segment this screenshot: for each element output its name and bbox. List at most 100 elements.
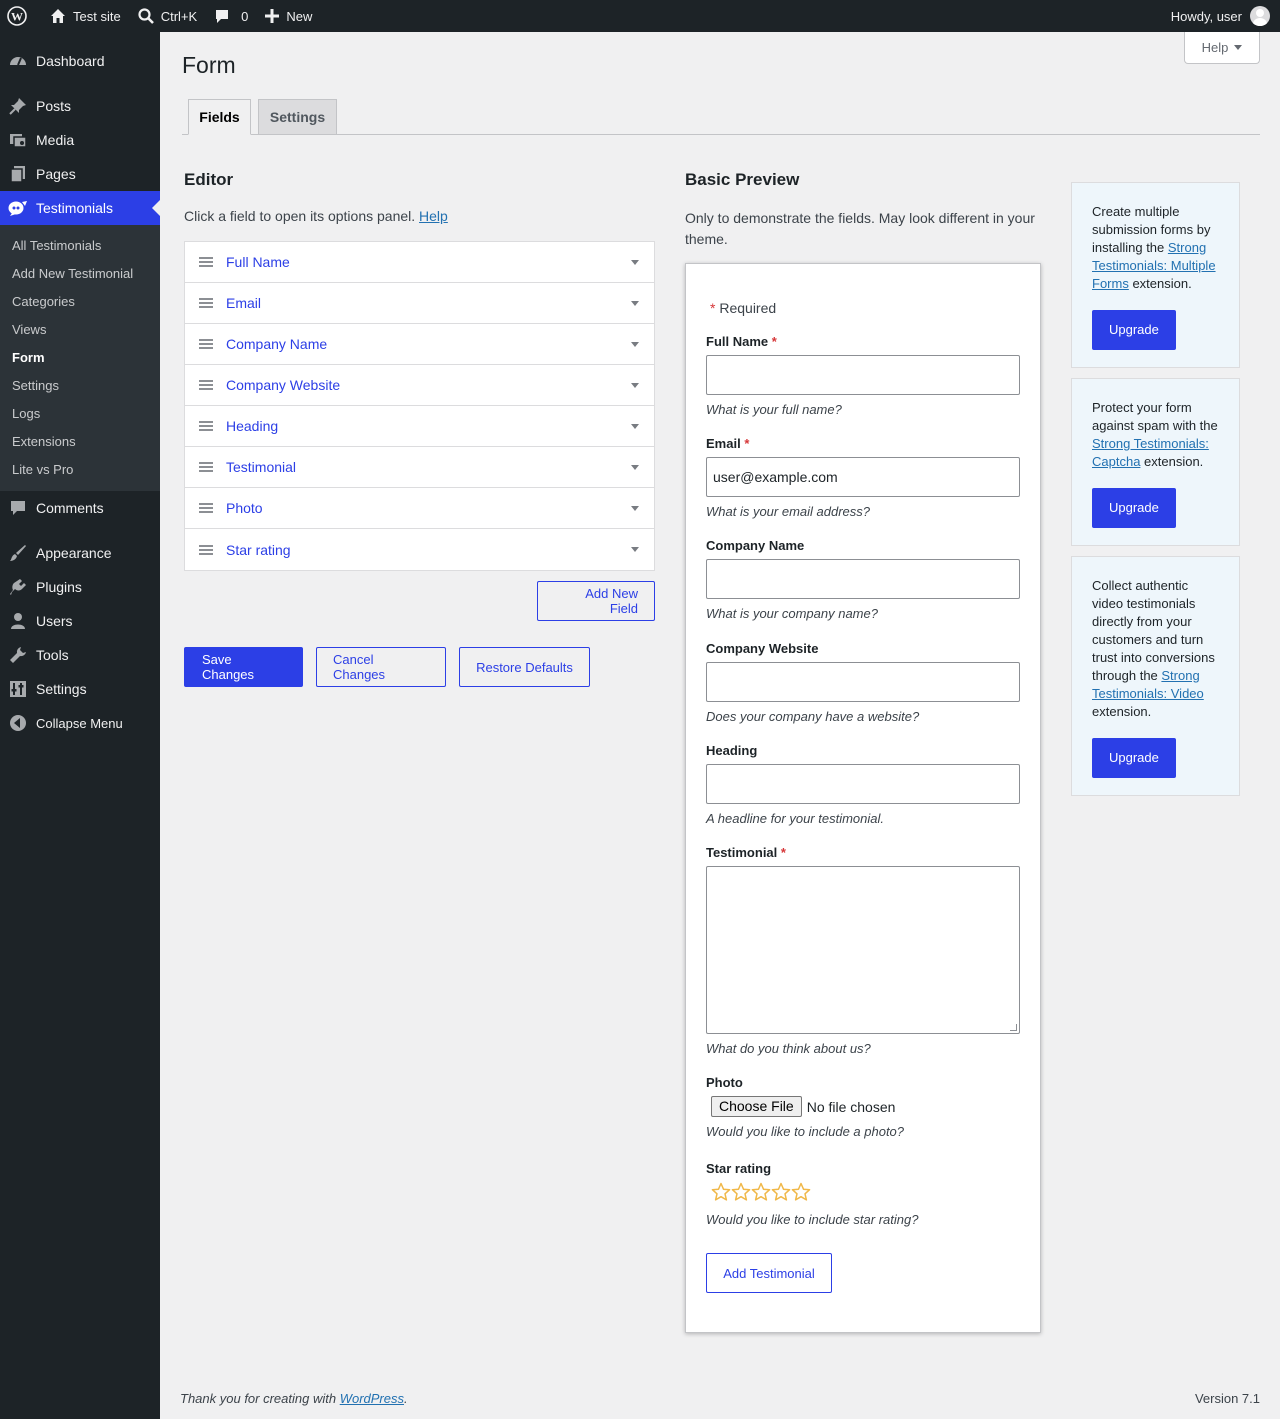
tab-settings[interactable]: Settings: [258, 99, 337, 135]
upsell-text: Protect your form against spam with the …: [1092, 399, 1219, 471]
menu-label: Dashboard: [36, 53, 105, 69]
expand-arrow-icon[interactable]: [631, 301, 639, 306]
upgrade-button[interactable]: Upgrade: [1092, 738, 1176, 778]
expand-arrow-icon[interactable]: [631, 260, 639, 265]
menu-dashboard[interactable]: Dashboard: [0, 44, 160, 78]
field-row-testimonial[interactable]: Testimonial: [185, 447, 654, 488]
required-asterisk: *: [780, 845, 786, 860]
field-row-photo[interactable]: Photo: [185, 488, 654, 529]
expand-arrow-icon[interactable]: [631, 342, 639, 347]
help-tab-button[interactable]: Help: [1184, 32, 1260, 64]
menu-plugins[interactable]: Plugins: [0, 570, 160, 604]
submenu-settings[interactable]: Settings: [0, 372, 160, 400]
field-help: What is your email address?: [706, 504, 871, 519]
choose-file-button[interactable]: Choose File: [711, 1096, 802, 1117]
field-label: Company Website: [226, 377, 341, 393]
required-asterisk: *: [771, 334, 777, 349]
menu-media[interactable]: Media: [0, 123, 160, 157]
star-icon[interactable]: [791, 1182, 811, 1202]
wordpress-logo-icon[interactable]: W: [0, 0, 41, 32]
menu-tools[interactable]: Tools: [0, 638, 160, 672]
pin-icon: [8, 96, 28, 116]
menu-users[interactable]: Users: [0, 604, 160, 638]
tab-fields[interactable]: Fields: [188, 99, 251, 135]
menu-comments[interactable]: Comments: [0, 491, 160, 525]
add-new-field-button[interactable]: Add New Field: [537, 581, 655, 621]
settings-icon: [8, 679, 28, 699]
submenu-form[interactable]: Form: [0, 344, 160, 372]
comments-link[interactable]: 0: [205, 0, 256, 32]
star-icon[interactable]: [751, 1182, 771, 1202]
upsell-multiple-forms: Create multiple submission forms by inst…: [1071, 182, 1240, 368]
field-label: Email: [226, 295, 262, 311]
star-icon[interactable]: [711, 1182, 731, 1202]
caret-down-icon: [1234, 45, 1243, 50]
menu-label: Testimonials: [36, 200, 114, 216]
drag-handle-icon[interactable]: [199, 462, 213, 472]
collapse-icon: [8, 713, 28, 733]
expand-arrow-icon[interactable]: [631, 465, 639, 470]
field-row-email[interactable]: Email: [185, 283, 654, 324]
testimonial-textarea[interactable]: [706, 866, 1020, 1034]
menu-settings[interactable]: Settings: [0, 672, 160, 706]
field-row-star-rating[interactable]: Star rating: [185, 529, 654, 570]
star-icon[interactable]: [771, 1182, 791, 1202]
upgrade-button[interactable]: Upgrade: [1092, 488, 1176, 528]
drag-handle-icon[interactable]: [199, 298, 213, 308]
expand-arrow-icon[interactable]: [631, 547, 639, 552]
menu-label: Users: [36, 613, 73, 629]
drag-handle-icon[interactable]: [199, 421, 213, 431]
field-label: Testimonial *: [706, 845, 1020, 860]
preview-field-company-website: Company Website Does your company have a…: [706, 641, 1020, 724]
submenu-add-new-testimonial[interactable]: Add New Testimonial: [0, 260, 160, 288]
menu-posts[interactable]: Posts: [0, 89, 160, 123]
preview-field-photo: Photo Choose File No file chosen Would y…: [706, 1075, 1020, 1139]
field-row-heading[interactable]: Heading: [185, 406, 654, 447]
submenu-extensions[interactable]: Extensions: [0, 428, 160, 456]
restore-defaults-button[interactable]: Restore Defaults: [459, 647, 590, 687]
menu-label: Collapse Menu: [36, 715, 123, 731]
menu-pages[interactable]: Pages: [0, 157, 160, 191]
command-search[interactable]: Ctrl+K: [129, 0, 205, 32]
heading-input[interactable]: [706, 764, 1020, 804]
comments-count: 0: [241, 8, 249, 24]
company-website-input[interactable]: [706, 662, 1020, 702]
submenu-logs[interactable]: Logs: [0, 400, 160, 428]
editor-help-link[interactable]: Help: [419, 208, 448, 224]
star-icon[interactable]: [731, 1182, 751, 1202]
comment-icon: [216, 10, 229, 23]
company-name-input[interactable]: [706, 559, 1020, 599]
field-row-full-name[interactable]: Full Name: [185, 242, 654, 283]
expand-arrow-icon[interactable]: [631, 424, 639, 429]
media-icon: [8, 130, 28, 150]
menu-collapse[interactable]: Collapse Menu: [0, 706, 160, 740]
upgrade-button[interactable]: Upgrade: [1092, 310, 1176, 350]
drag-handle-icon[interactable]: [199, 339, 213, 349]
drag-handle-icon[interactable]: [199, 257, 213, 267]
drag-handle-icon[interactable]: [199, 503, 213, 513]
submenu-lite-vs-pro[interactable]: Lite vs Pro: [0, 456, 160, 484]
footer-version: Version 7.1: [1194, 1391, 1260, 1406]
drag-handle-icon[interactable]: [199, 380, 213, 390]
cancel-changes-button[interactable]: Cancel Changes: [316, 647, 446, 687]
menu-appearance[interactable]: Appearance: [0, 536, 160, 570]
submenu-all-testimonials[interactable]: All Testimonials: [0, 232, 160, 260]
new-content-link[interactable]: New: [256, 0, 320, 32]
drag-handle-icon[interactable]: [199, 544, 213, 555]
field-row-company-website[interactable]: Company Website: [185, 365, 654, 406]
submenu-categories[interactable]: Categories: [0, 288, 160, 316]
wordpress-link[interactable]: WordPress: [340, 1391, 404, 1406]
site-name-link[interactable]: Test site: [41, 0, 129, 32]
menu-testimonials[interactable]: Testimonials: [0, 191, 160, 225]
email-input[interactable]: user@example.com: [706, 457, 1020, 497]
my-account[interactable]: Howdy, user: [1171, 6, 1280, 26]
expand-arrow-icon[interactable]: [631, 506, 639, 511]
add-testimonial-button[interactable]: Add Testimonial: [706, 1253, 832, 1293]
full-name-input[interactable]: [706, 355, 1020, 395]
preview-panel: Basic Preview Only to demonstrate the fi…: [685, 170, 1041, 1333]
submenu-views[interactable]: Views: [0, 316, 160, 344]
expand-arrow-icon[interactable]: [631, 383, 639, 388]
required-note-text: Required: [719, 300, 777, 316]
field-row-company-name[interactable]: Company Name: [185, 324, 654, 365]
save-changes-button[interactable]: Save Changes: [184, 647, 303, 687]
